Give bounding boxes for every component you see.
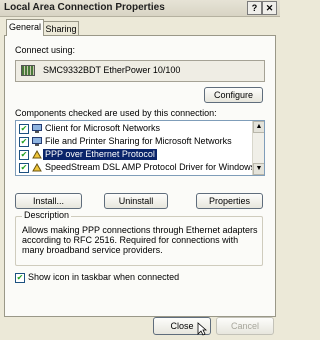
list-item[interactable]: ✔ PPP over Ethernet Protocol: [16, 149, 252, 161]
component-label: PPP over Ethernet Protocol: [43, 149, 157, 160]
list-scrollbar[interactable]: ▲ ▼: [252, 121, 264, 175]
tab-general[interactable]: General: [6, 19, 44, 36]
connect-using-label: Connect using:: [15, 45, 76, 55]
show-taskbar-icon-label: Show icon in taskbar when connected: [28, 272, 180, 282]
configure-button[interactable]: Configure: [204, 87, 263, 103]
window-title: Local Area Connection Properties: [4, 2, 165, 13]
help-button[interactable]: ?: [247, 1, 262, 15]
protocol-icon: [32, 163, 42, 172]
install-button[interactable]: Install...: [15, 193, 82, 209]
protocol-icon: [32, 150, 42, 159]
properties-button[interactable]: Properties: [196, 193, 263, 209]
component-checkbox[interactable]: ✔: [19, 137, 29, 147]
scroll-up-icon[interactable]: ▲: [253, 121, 264, 133]
list-item[interactable]: ✔ Client for Microsoft Networks: [16, 123, 252, 135]
description-legend: Description: [22, 210, 72, 220]
network-adapter-icon: [21, 65, 35, 76]
components-list[interactable]: ✔ Client for Microsoft Networks ✔ File a…: [15, 120, 265, 176]
components-label: Components checked are used by this conn…: [15, 108, 217, 118]
scroll-down-icon[interactable]: ▼: [253, 163, 264, 175]
file-printer-sharing-icon: [32, 137, 42, 146]
component-checkbox[interactable]: ✔: [19, 124, 29, 134]
description-text: Allows making PPP connections through Et…: [22, 225, 258, 255]
uninstall-button[interactable]: Uninstall: [104, 193, 168, 209]
cancel-button[interactable]: Cancel: [216, 317, 274, 335]
component-label: SpeedStream DSL AMP Protocol Driver for …: [45, 162, 265, 172]
list-item[interactable]: ✔ SpeedStream DSL AMP Protocol Driver fo…: [16, 162, 264, 174]
component-checkbox[interactable]: ✔: [19, 150, 29, 160]
adapter-name: SMC9332BDT EtherPower 10/100: [43, 65, 181, 75]
network-client-icon: [32, 124, 42, 133]
component-checkbox[interactable]: ✔: [19, 163, 29, 173]
adapter-display: SMC9332BDT EtherPower 10/100: [15, 60, 265, 82]
show-taskbar-icon-checkbox[interactable]: ✔: [15, 273, 25, 283]
title-bar: Local Area Connection Properties ? ✕: [0, 0, 280, 17]
list-item[interactable]: ✔ File and Printer Sharing for Microsoft…: [16, 136, 252, 148]
mouse-pointer-icon: [197, 322, 207, 336]
component-label: File and Printer Sharing for Microsoft N…: [45, 136, 232, 146]
component-label: Client for Microsoft Networks: [45, 123, 161, 133]
close-window-button[interactable]: ✕: [262, 1, 277, 15]
tab-sharing[interactable]: Sharing: [43, 21, 79, 36]
